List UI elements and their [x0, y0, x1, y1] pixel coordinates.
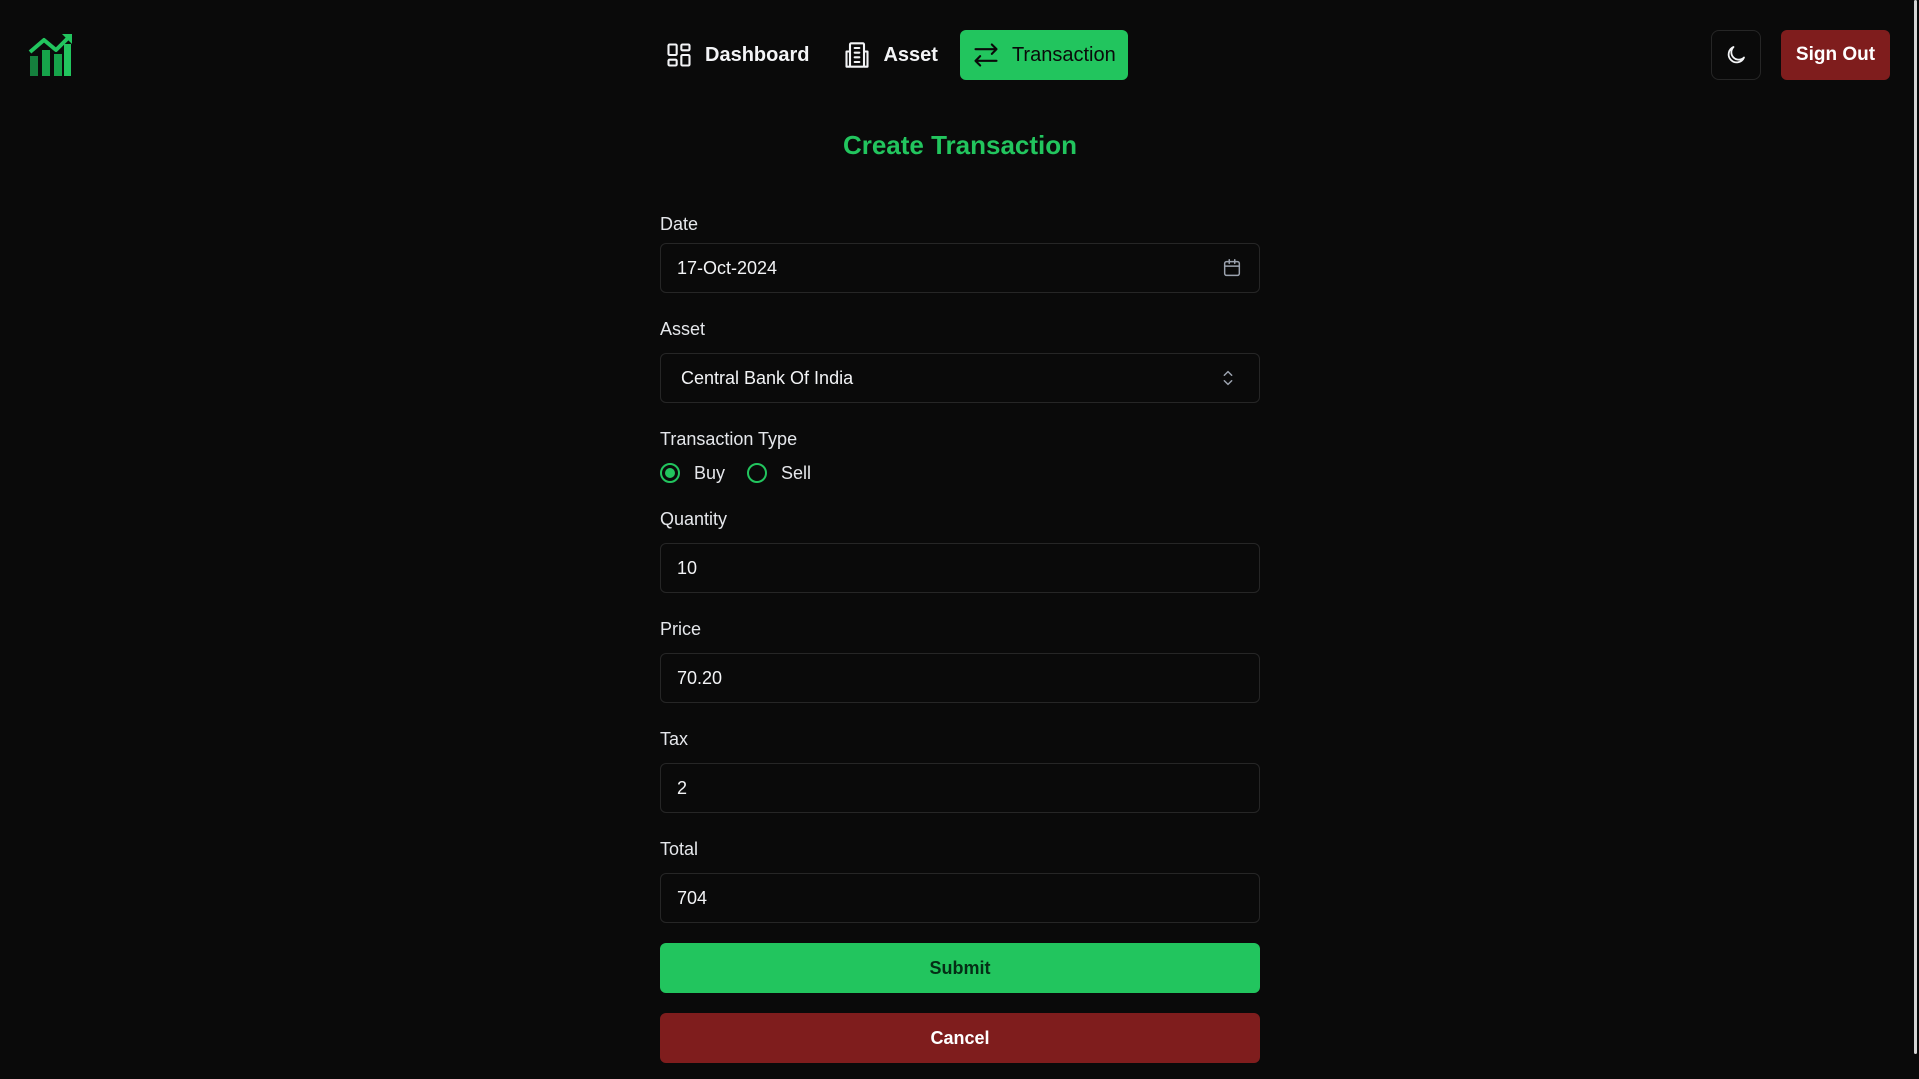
tax-label: Tax: [660, 729, 689, 749]
price-label: Price: [660, 619, 702, 639]
submit-button[interactable]: Submit: [660, 943, 1260, 993]
page-title: Create Transaction: [842, 130, 1078, 160]
price-input[interactable]: 70.20: [660, 653, 1260, 703]
app-logo[interactable]: [28, 34, 72, 76]
nav-item-label: Transaction: [1011, 43, 1116, 66]
asset-select[interactable]: Central Bank Of India: [660, 353, 1260, 403]
nav-item-dashboard[interactable]: Dashboard: [653, 30, 821, 80]
theme-toggle-button[interactable]: [1711, 30, 1761, 80]
chevron-up-down-icon: [1223, 370, 1233, 386]
chart-growth-icon: [28, 34, 72, 76]
quantity-input[interactable]: 10: [660, 543, 1260, 593]
date-field[interactable]: 17-Oct-2024: [660, 243, 1260, 293]
quantity-label: Quantity: [660, 509, 728, 529]
main-nav: Dashboard Asset Transaction: [653, 30, 1128, 80]
asset-selected-value: Central Bank Of India: [681, 367, 854, 388]
cancel-button[interactable]: Cancel: [660, 1013, 1260, 1063]
transaction-type-radio-group: Buy Sell: [660, 461, 833, 485]
radio-buy-label: Buy: [694, 462, 726, 483]
radio-sell-indicator[interactable]: [747, 463, 768, 483]
transaction-type-label: Transaction Type: [660, 429, 798, 449]
date-value: 17-Oct-2024: [677, 257, 778, 278]
vertical-scrollbar[interactable]: [1914, 0, 1917, 1054]
total-value: 704: [677, 887, 708, 908]
sign-out-button[interactable]: Sign Out: [1781, 30, 1890, 80]
price-value: 70.20: [677, 667, 723, 688]
total-label: Total: [660, 839, 699, 859]
nav-item-transaction[interactable]: Transaction: [959, 30, 1128, 80]
nav-item-asset[interactable]: Asset: [831, 30, 949, 80]
asset-label: Asset: [660, 319, 706, 339]
building-icon: [845, 42, 870, 68]
date-label: Date: [660, 214, 699, 234]
radio-option-buy[interactable]: Buy: [660, 463, 725, 484]
radio-sell-label: Sell: [781, 462, 812, 483]
tax-value: 2: [677, 777, 688, 798]
nav-item-label: Asset: [883, 43, 938, 66]
page: Dashboard Asset Transaction Sign Out Cre…: [0, 0, 1919, 1079]
calendar-icon[interactable]: [1221, 257, 1243, 279]
radio-selected-dot: [665, 468, 675, 478]
arrows-left-right-icon: [974, 43, 998, 67]
tax-input[interactable]: 2: [660, 763, 1260, 813]
radio-buy-indicator[interactable]: [660, 463, 680, 483]
nav-item-label: Dashboard: [705, 43, 810, 66]
radio-option-sell[interactable]: Sell: [747, 463, 811, 484]
dashboard-grid-icon: [667, 43, 691, 67]
total-input[interactable]: 704: [660, 873, 1260, 923]
moon-icon: [1727, 46, 1745, 64]
quantity-value: 10: [677, 557, 698, 578]
